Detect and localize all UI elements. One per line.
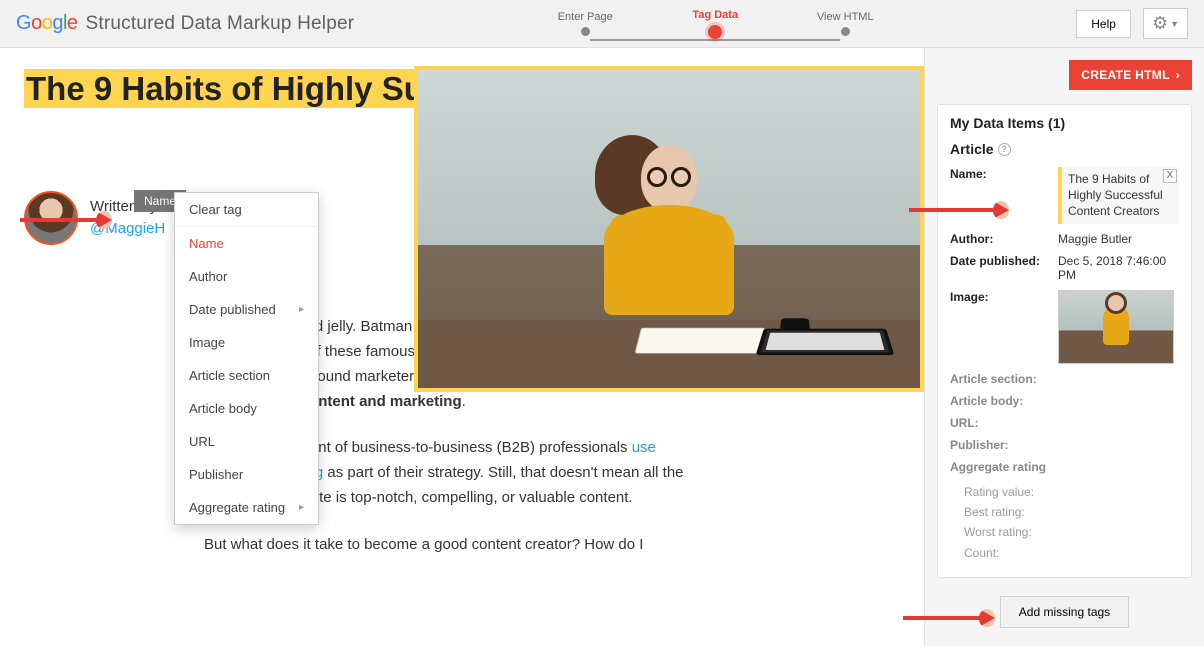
help-icon[interactable]: ?	[998, 143, 1011, 156]
data-items-sidebar: CREATE HTML › My Data Items (1) Article …	[924, 48, 1204, 646]
annotation-arrow-icon	[909, 208, 995, 212]
subfield-rating-value: Rating value:	[964, 482, 1179, 502]
page-preview[interactable]: The 9 Habits of Highly Successful Conten…	[0, 48, 924, 646]
field-label-body: Article body:	[950, 394, 1058, 408]
chevron-right-icon: ▸	[299, 502, 304, 513]
field-label-publisher: Publisher:	[950, 438, 1058, 452]
step-view-html[interactable]: View HTML	[780, 11, 910, 36]
field-value-name[interactable]: The 9 Habits of Highly Successful Conten…	[1058, 167, 1179, 224]
dropdown-caret-icon: ▼	[1170, 19, 1179, 29]
step-label: Enter Page	[558, 11, 613, 23]
button-label: CREATE HTML	[1081, 68, 1169, 82]
menu-label: Date published	[189, 302, 276, 317]
field-label-aggregate: Aggregate rating	[950, 460, 1058, 474]
menu-clear-tag[interactable]: Clear tag	[175, 193, 318, 227]
step-enter-page[interactable]: Enter Page	[520, 11, 650, 36]
step-tag-data[interactable]: Tag Data	[650, 9, 780, 39]
menu-image[interactable]: Image	[175, 326, 318, 359]
menu-name[interactable]: Name	[175, 227, 318, 260]
hero-image[interactable]	[414, 66, 924, 392]
paragraph: But what does it take to become a good c…	[204, 533, 694, 558]
annotation-arrow-icon	[903, 616, 981, 620]
menu-article-body[interactable]: Article body	[175, 392, 318, 425]
field-value-image-thumb[interactable]	[1058, 290, 1174, 364]
chevron-right-icon: ›	[1176, 68, 1180, 82]
data-items-panel: My Data Items (1) Article ? Name: The 9 …	[937, 104, 1192, 578]
menu-article-section[interactable]: Article section	[175, 359, 318, 392]
wizard-steps: Enter Page Tag Data View HTML	[354, 9, 1076, 39]
top-bar: Google Structured Data Markup Helper Ent…	[0, 0, 1204, 48]
help-button[interactable]: Help	[1076, 10, 1131, 38]
chevron-right-icon: ▸	[299, 304, 304, 315]
app-title: Structured Data Markup Helper	[86, 13, 355, 35]
menu-publisher[interactable]: Publisher	[175, 458, 318, 491]
field-label-author: Author:	[950, 232, 1058, 246]
add-missing-tags-button[interactable]: Add missing tags	[1000, 596, 1129, 628]
tag-context-menu: Clear tag Name Author Date published ▸ I…	[174, 192, 319, 525]
step-label: Tag Data	[692, 9, 738, 21]
field-value-date: Dec 5, 2018 7:46:00 PM	[1058, 254, 1179, 282]
annotation-arrow-icon	[20, 218, 98, 222]
subfield-count: Count:	[964, 543, 1179, 563]
field-value-author: Maggie Butler	[1058, 232, 1179, 246]
gear-icon: ⚙	[1152, 13, 1168, 34]
menu-aggregate-rating[interactable]: Aggregate rating ▸	[175, 491, 318, 524]
menu-author[interactable]: Author	[175, 260, 318, 293]
menu-date-published[interactable]: Date published ▸	[175, 293, 318, 326]
create-html-button[interactable]: CREATE HTML ›	[1069, 60, 1192, 90]
menu-url[interactable]: URL	[175, 425, 318, 458]
field-label-section: Article section:	[950, 372, 1058, 386]
field-label-image: Image:	[950, 290, 1058, 304]
field-label-name: Name:	[950, 167, 1058, 181]
field-label-url: URL:	[950, 416, 1058, 430]
aggregate-subfields: Rating value: Best rating: Worst rating:…	[950, 482, 1179, 564]
menu-label: Aggregate rating	[189, 500, 285, 515]
subfield-best-rating: Best rating:	[964, 502, 1179, 522]
step-label: View HTML	[817, 11, 874, 23]
subfield-worst-rating: Worst rating:	[964, 522, 1179, 542]
field-label-date: Date published:	[950, 254, 1058, 268]
panel-heading: My Data Items (1)	[950, 115, 1179, 131]
schema-type-label: Article	[950, 141, 994, 157]
remove-tag-button[interactable]: X	[1163, 169, 1177, 183]
google-logo: Google	[16, 12, 78, 35]
settings-menu-button[interactable]: ⚙ ▼	[1143, 8, 1188, 39]
